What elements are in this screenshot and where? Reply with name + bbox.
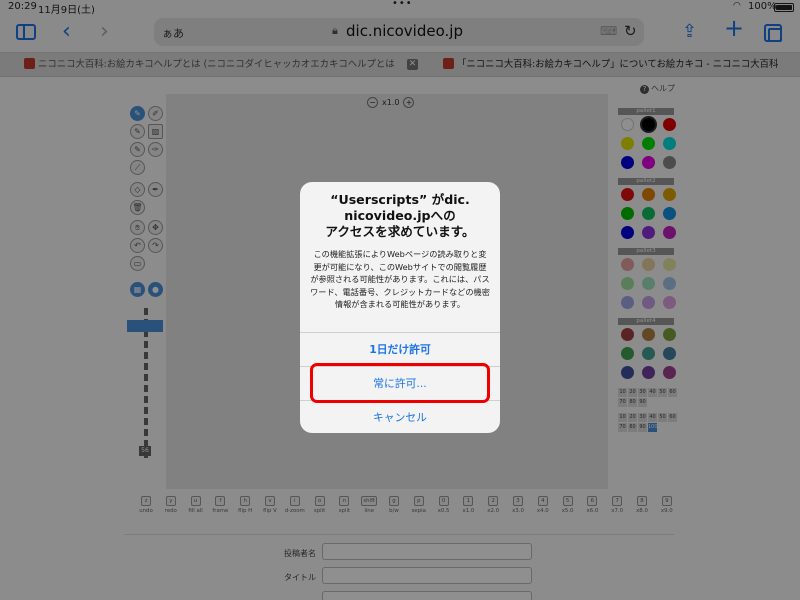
allow-one-day-button[interactable]: 1日だけ許可 — [300, 332, 500, 366]
annotation-highlight-box — [310, 363, 490, 403]
safari-screen: 20:29 11月9日(土) ••• ◠ 100% ‹ › ぁあ 🔒︎ dic.… — [0, 0, 800, 600]
dialog-title: “Userscripts” がdic. nicovideo.jpへの アクセスを… — [325, 192, 475, 239]
cancel-button[interactable]: キャンセル — [300, 400, 500, 433]
dialog-message: この機能拡張によりWebページの読み取りと変更が可能になり、このWebサイトでの… — [310, 249, 490, 309]
